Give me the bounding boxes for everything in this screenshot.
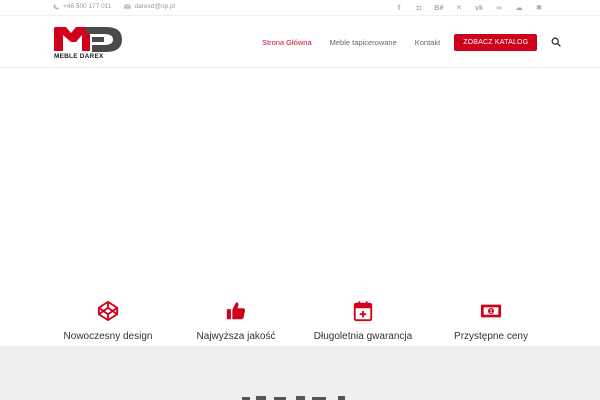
yelp-icon[interactable]: ✱ <box>532 2 546 13</box>
feature-label: Nowoczesny design <box>63 331 153 342</box>
email-address: darexd@op.pl <box>134 3 176 10</box>
phone-number: +48 500 177 011 <box>63 3 112 10</box>
feature-affordable-prices: 1 Przystępne ceny <box>426 300 556 342</box>
tripadvisor-icon[interactable]: ∞ <box>492 2 506 13</box>
codepen-icon <box>97 300 119 322</box>
nav-item-upholstered-furniture[interactable]: Meble tapicerowane <box>330 38 397 47</box>
features-row: Nowoczesny design Najwyższa jakość Długo… <box>0 300 600 350</box>
partial-heading-cutoff <box>242 396 345 400</box>
facebook-icon[interactable]: f <box>392 2 406 13</box>
instagram-icon[interactable]: ◘ <box>412 2 426 13</box>
nav-item-contact[interactable]: Kontakt <box>415 38 440 47</box>
feature-label: Najwyższa jakość <box>196 331 276 342</box>
xing-icon[interactable]: ✕ <box>452 2 466 13</box>
bottom-section <box>0 346 600 400</box>
catalog-button[interactable]: ZOBACZ KATALOG <box>454 33 538 51</box>
soundcloud-icon[interactable]: ☁ <box>512 2 526 13</box>
feature-label: Długoletnia gwarancja <box>313 331 413 342</box>
site-header: MEBLE DAREX Strona Główna Meble tapicero… <box>0 16 600 68</box>
feature-label: Przystępne ceny <box>454 331 528 342</box>
thumbs-up-icon <box>226 302 245 320</box>
envelope-icon <box>123 4 131 9</box>
nav-item-home[interactable]: Strona Główna <box>262 38 312 47</box>
svg-text:1: 1 <box>490 309 493 315</box>
phone-icon <box>53 4 59 9</box>
top-bar: +48 500 177 011 darexd@op.pl f ◘ Bē ✕ vk… <box>0 0 600 16</box>
calendar-plus-icon <box>353 301 373 322</box>
feature-modern-design: Nowoczesny design <box>43 300 173 342</box>
logo-text: MEBLE DAREX <box>54 53 104 60</box>
vk-icon[interactable]: vk <box>472 2 486 13</box>
phone-contact[interactable]: +48 500 177 011 <box>53 3 112 10</box>
social-links: f ◘ Bē ✕ vk ∞ ☁ ✱ <box>386 2 546 13</box>
money-bill-icon: 1 <box>480 304 502 318</box>
contact-info: +48 500 177 011 darexd@op.pl <box>53 3 187 10</box>
feature-highest-quality: Najwyższa jakość <box>171 300 301 342</box>
hero-section <box>0 69 600 291</box>
feature-long-warranty: Długoletnia gwarancja <box>298 300 428 342</box>
logo[interactable]: MEBLE DAREX <box>54 27 124 60</box>
search-icon[interactable] <box>551 37 562 47</box>
main-nav: Strona Główna Meble tapicerowane Kontakt… <box>262 16 562 68</box>
email-contact[interactable]: darexd@op.pl <box>123 3 176 10</box>
behance-icon[interactable]: Bē <box>432 2 446 13</box>
logo-mark-icon <box>54 27 122 52</box>
